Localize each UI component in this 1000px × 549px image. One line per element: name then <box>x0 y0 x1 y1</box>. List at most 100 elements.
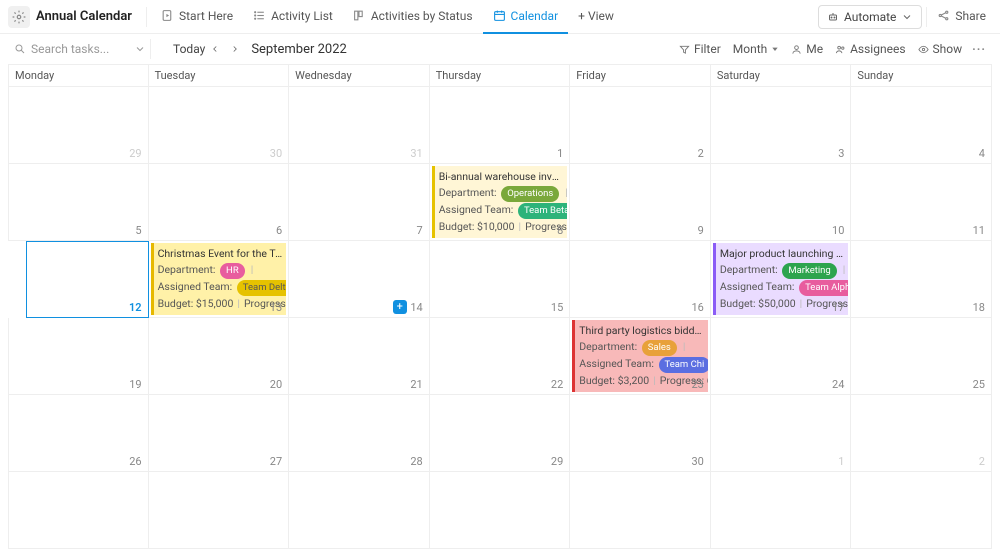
share-button[interactable]: Share <box>931 0 992 34</box>
day-cell[interactable]: 15 <box>430 241 571 318</box>
search-input[interactable]: Search tasks... <box>14 42 146 56</box>
dow-thu: Thursday <box>430 65 571 87</box>
day-cell[interactable]: 22 <box>430 318 571 395</box>
user-icon <box>791 44 802 55</box>
day-cell[interactable] <box>430 472 571 549</box>
tag-team-delta: Team Delta <box>237 280 286 296</box>
next-month-button[interactable] <box>225 39 245 59</box>
month-view-button[interactable]: Month <box>733 42 779 56</box>
tag-marketing: Marketing <box>782 263 836 279</box>
prev-month-button[interactable] <box>205 39 225 59</box>
app-icon[interactable] <box>8 6 30 28</box>
day-cell[interactable]: 4 <box>851 87 992 164</box>
tag-sales: Sales <box>642 340 677 356</box>
event-xmas[interactable]: Christmas Event for the Team Members Dep… <box>151 243 287 315</box>
day-cell[interactable]: 30 <box>570 395 711 472</box>
day-cell[interactable]: 25 <box>851 318 992 395</box>
tab-add-view[interactable]: + View <box>568 0 624 34</box>
day-cell[interactable]: 5 <box>8 164 149 241</box>
add-event-button[interactable]: + <box>393 300 407 314</box>
dow-wed: Wednesday <box>289 65 430 87</box>
calendar-icon <box>493 9 506 22</box>
me-filter-button[interactable]: Me <box>791 42 823 56</box>
list-icon <box>253 9 266 22</box>
app-title: Annual Calendar <box>36 9 132 24</box>
filter-button[interactable]: Filter <box>679 42 721 56</box>
day-cell[interactable]: 10 <box>711 164 852 241</box>
users-icon <box>835 44 846 55</box>
robot-icon <box>827 11 839 23</box>
eye-icon <box>918 44 929 55</box>
day-cell[interactable]: 16 <box>570 241 711 318</box>
dow-tue: Tuesday <box>149 65 290 87</box>
day-cell[interactable]: 31 <box>289 87 430 164</box>
chevron-down-icon <box>901 11 913 23</box>
day-cell[interactable]: 24 <box>711 318 852 395</box>
top-toolbar: Annual Calendar Start Here Activity List… <box>0 0 1000 34</box>
board-icon <box>353 9 366 22</box>
day-cell[interactable]: 9 <box>570 164 711 241</box>
tab-calendar[interactable]: Calendar <box>483 0 569 34</box>
day-cell[interactable]: 7 <box>289 164 430 241</box>
day-cell[interactable]: 11 <box>851 164 992 241</box>
tag-team-beta: Team Beta <box>518 203 567 219</box>
day-cell[interactable]: 1 <box>430 87 571 164</box>
sub-toolbar: Search tasks... Today September 2022 Fil… <box>0 34 1000 64</box>
day-cell[interactable]: 6 <box>149 164 290 241</box>
day-cell[interactable]: 20 <box>149 318 290 395</box>
day-cell[interactable] <box>570 472 711 549</box>
tag-team-alpha: Team Alpha <box>799 280 848 296</box>
month-label: September 2022 <box>251 42 347 57</box>
day-cell[interactable] <box>711 472 852 549</box>
tab-activities-by-status[interactable]: Activities by Status <box>343 0 483 34</box>
doc-play-icon <box>161 9 174 22</box>
tab-start-here[interactable]: Start Here <box>151 0 243 34</box>
day-cell[interactable]: 30 <box>149 87 290 164</box>
day-cell[interactable]: 21 <box>289 318 430 395</box>
day-cell[interactable]: 1 <box>711 395 852 472</box>
day-cell[interactable]: 29 <box>8 87 149 164</box>
day-cell[interactable]: 19 <box>8 318 149 395</box>
day-cell[interactable] <box>289 472 430 549</box>
day-cell[interactable] <box>8 472 149 549</box>
day-cell-today[interactable]: 12 <box>26 241 149 318</box>
day-cell[interactable]: Bi-annual warehouse inventory for spare … <box>430 164 571 241</box>
share-icon <box>937 9 950 22</box>
day-cell[interactable] <box>851 472 992 549</box>
day-cell[interactable]: 27 <box>149 395 290 472</box>
day-cell[interactable]: 29 <box>430 395 571 472</box>
day-cell[interactable]: 28 <box>289 395 430 472</box>
show-button[interactable]: Show <box>918 42 963 56</box>
tag-operations: Operations <box>501 186 559 202</box>
separator <box>926 7 927 27</box>
dow-sat: Saturday <box>711 65 852 87</box>
day-cell[interactable]: + 14 <box>289 241 430 318</box>
event-logistics[interactable]: Third party logistics bidding activity D… <box>572 320 708 392</box>
day-cell[interactable] <box>149 472 290 549</box>
more-options-button[interactable]: ··· <box>972 42 986 56</box>
day-cell[interactable]: Third party logistics bidding activity D… <box>570 318 711 395</box>
calendar-grid: 29 30 31 1 2 3 4 5 6 7 Bi-annual warehou… <box>8 87 992 549</box>
caret-down-icon <box>771 45 779 53</box>
event-warehouse[interactable]: Bi-annual warehouse inventory for spare … <box>432 166 568 238</box>
tag-team-chi: Team Chi <box>659 357 708 373</box>
chevron-down-icon <box>134 43 146 55</box>
today-button[interactable]: Today <box>173 42 205 56</box>
day-cell[interactable]: 18 <box>851 241 992 318</box>
search-icon <box>14 43 26 55</box>
separator <box>150 39 151 59</box>
day-cell[interactable]: 2 <box>570 87 711 164</box>
event-launch[interactable]: Major product launching in New York City… <box>713 243 849 315</box>
automate-button[interactable]: Automate <box>818 5 922 29</box>
day-cell[interactable]: 2 <box>851 395 992 472</box>
dow-fri: Friday <box>570 65 711 87</box>
tab-activity-list[interactable]: Activity List <box>243 0 343 34</box>
tag-hr: HR <box>220 263 245 279</box>
day-cell[interactable]: Christmas Event for the Team Members Dep… <box>149 241 290 318</box>
dow-sun: Sunday <box>851 65 992 87</box>
assignees-button[interactable]: Assignees <box>835 42 905 56</box>
separator <box>146 7 147 27</box>
day-cell[interactable]: 26 <box>8 395 149 472</box>
day-cell[interactable]: Major product launching in New York City… <box>711 241 852 318</box>
day-cell[interactable]: 3 <box>711 87 852 164</box>
